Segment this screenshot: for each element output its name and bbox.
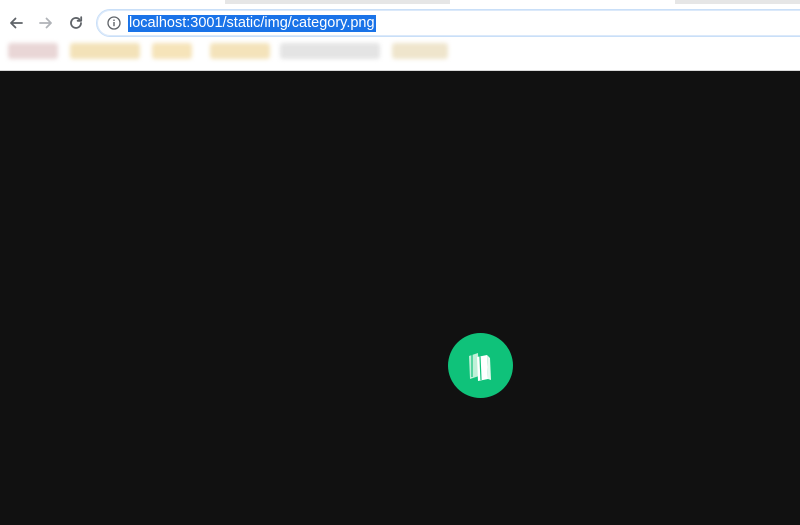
category-image: [448, 333, 513, 398]
tab-strip-edge: [675, 0, 800, 4]
arrow-right-icon: [39, 17, 52, 29]
books-icon: [468, 352, 491, 381]
bookmarks-bar: [0, 41, 800, 63]
bookmark-item[interactable]: [392, 43, 448, 59]
address-bar[interactable]: localhost:3001/static/img/category.png: [96, 9, 800, 37]
reload-icon: [70, 16, 83, 29]
tab-strip-edge: [225, 0, 450, 4]
reload-button[interactable]: [64, 11, 88, 35]
image-viewer: [0, 71, 800, 525]
browser-toolbar: localhost:3001/static/img/category.png: [0, 7, 800, 41]
back-button[interactable]: [4, 11, 28, 35]
url-text[interactable]: localhost:3001/static/img/category.png: [128, 15, 376, 32]
arrow-left-icon: [10, 17, 23, 29]
info-icon[interactable]: [107, 16, 121, 30]
forward-button[interactable]: [34, 11, 58, 35]
browser-chrome: localhost:3001/static/img/category.png: [0, 0, 800, 71]
bookmark-item[interactable]: [210, 43, 270, 59]
bookmark-item[interactable]: [8, 43, 58, 59]
bookmark-item[interactable]: [280, 43, 380, 59]
bookmark-item[interactable]: [152, 43, 192, 59]
bookmark-item[interactable]: [70, 43, 140, 59]
